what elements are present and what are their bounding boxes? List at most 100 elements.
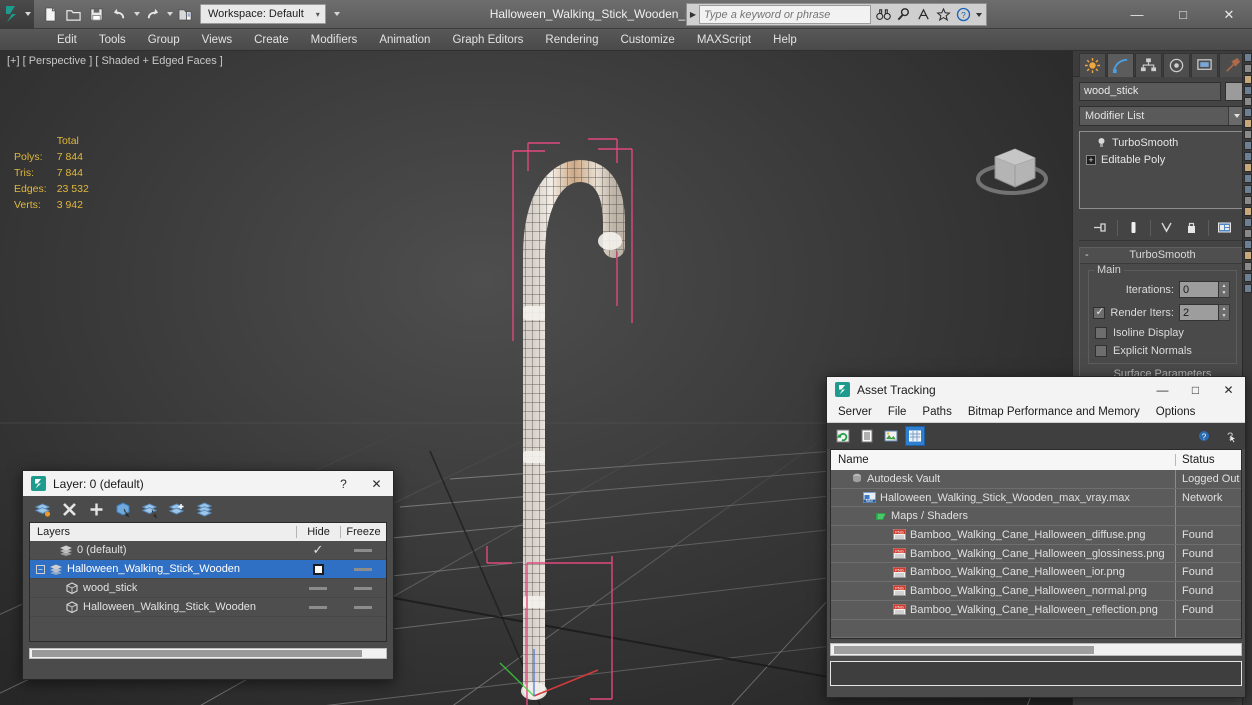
hide-cell[interactable]: ✓ xyxy=(296,542,340,558)
vertical-toolbar-button[interactable] xyxy=(1244,218,1252,227)
asset-menu-file[interactable]: File xyxy=(880,404,915,420)
explicit-normals-checkbox[interactable] xyxy=(1095,345,1107,357)
iterations-spinner[interactable]: ▲▼ xyxy=(1179,281,1230,298)
vertical-toolbar-button[interactable] xyxy=(1244,284,1252,293)
menu-item-animation[interactable]: Animation xyxy=(368,31,441,49)
menu-item-maxscript[interactable]: MAXScript xyxy=(686,31,762,49)
asset-tracking-titlebar[interactable]: Asset Tracking — □ ✕ xyxy=(827,377,1245,402)
layer-help-button[interactable]: ? xyxy=(327,471,360,496)
layer-row[interactable]: wood_stick xyxy=(30,579,386,598)
menu-item-customize[interactable]: Customize xyxy=(609,31,685,49)
freeze-cell[interactable] xyxy=(340,567,386,571)
layer-row[interactable]: − Halloween_Walking_Stick_Wooden xyxy=(30,560,386,579)
asset-name-cell[interactable]: PNG Bamboo_Walking_Cane_Halloween_ior.png xyxy=(831,566,1175,578)
object-name-input[interactable]: wood_stick xyxy=(1079,82,1221,101)
asset-name-cell[interactable]: PNG Bamboo_Walking_Cane_Halloween_diffuse… xyxy=(831,529,1175,541)
modify-tab[interactable] xyxy=(1107,52,1134,77)
viewport-label[interactable]: [+] [ Perspective ] [ Shaded + Edged Fac… xyxy=(7,55,223,67)
select-objects-in-layer-icon[interactable] xyxy=(112,499,134,519)
motion-tab[interactable] xyxy=(1163,52,1190,77)
asset-row[interactable]: PNG Bamboo_Walking_Cane_Halloween_ior.png… xyxy=(831,563,1241,583)
hide-cell[interactable] xyxy=(296,605,340,609)
asset-name-cell[interactable]: MAX Halloween_Walking_Stick_Wooden_max_vr… xyxy=(831,492,1175,504)
vertical-toolbar-button[interactable] xyxy=(1244,262,1252,271)
vertical-toolbar-button[interactable] xyxy=(1244,273,1252,282)
asset-row[interactable]: MAX Halloween_Walking_Stick_Wooden_max_vr… xyxy=(831,488,1241,508)
grid-view-icon[interactable] xyxy=(905,426,925,446)
asset-minimize-button[interactable]: — xyxy=(1146,377,1179,402)
freeze-cell[interactable] xyxy=(340,548,386,552)
asset-name-cell[interactable]: PNG Bamboo_Walking_Cane_Halloween_normal.… xyxy=(831,585,1175,597)
render-iters-spinner[interactable]: ▲▼ xyxy=(1179,304,1230,321)
layer-row[interactable]: 0 (default) ✓ xyxy=(30,541,386,560)
layer-horizontal-scrollbar[interactable] xyxy=(29,648,387,659)
vertical-toolbar-button[interactable] xyxy=(1244,251,1252,260)
vertical-toolbar-button[interactable] xyxy=(1244,119,1252,128)
magnifier-icon[interactable] xyxy=(894,5,913,24)
explicit-normals-row[interactable]: Explicit Normals xyxy=(1095,345,1230,357)
hide-cell[interactable] xyxy=(296,586,340,590)
asset-name-cell[interactable]: PNG Bamboo_Walking_Cane_Halloween_reflect… xyxy=(831,604,1175,616)
hide-check-icon[interactable]: ✓ xyxy=(313,542,324,558)
scrollbar-thumb[interactable] xyxy=(834,646,1094,655)
set-project-folder-icon[interactable] xyxy=(174,3,196,25)
vertical-toolbar-button[interactable] xyxy=(1244,53,1252,62)
add-selection-to-layer-icon[interactable] xyxy=(85,499,107,519)
pin-stack-icon[interactable] xyxy=(1090,218,1112,238)
asset-tracking-dialog[interactable]: Asset Tracking — □ ✕ Server File Paths Bitm… xyxy=(826,376,1246,698)
vertical-toolbar-button[interactable] xyxy=(1244,108,1252,117)
menu-item-rendering[interactable]: Rendering xyxy=(534,31,609,49)
binoculars-icon[interactable] xyxy=(874,5,893,24)
workspace-dropdown-button[interactable] xyxy=(328,4,344,24)
hide-checkbox[interactable] xyxy=(312,563,324,575)
add-selected-objects-to-highlighted-layer-icon[interactable] xyxy=(166,499,188,519)
asset-name-cell[interactable]: Maps / Shaders xyxy=(831,510,1175,522)
layer-name-cell[interactable]: − Halloween_Walking_Stick_Wooden xyxy=(30,563,296,575)
vertical-toolbar-button[interactable] xyxy=(1244,75,1252,84)
favorites-star-icon[interactable] xyxy=(934,5,953,24)
asset-menu-paths[interactable]: Paths xyxy=(914,404,959,420)
vertical-toolbar-button[interactable] xyxy=(1244,130,1252,139)
create-new-layer-icon[interactable] xyxy=(31,499,53,519)
asset-row[interactable]: PNG Bamboo_Walking_Cane_Halloween_reflect… xyxy=(831,600,1241,620)
learning-path-icon[interactable] xyxy=(914,5,933,24)
list-view-icon[interactable] xyxy=(857,426,877,446)
iterations-spinner-buttons[interactable]: ▲ ▼ xyxy=(1219,281,1230,298)
modifier-stack[interactable]: TurboSmooth + Editable Poly xyxy=(1079,131,1246,209)
asset-menu-options[interactable]: Options xyxy=(1148,404,1204,420)
layer-row[interactable]: Halloween_Walking_Stick_Wooden xyxy=(30,598,386,617)
isoline-display-row[interactable]: Isoline Display xyxy=(1095,327,1230,339)
asset-close-button[interactable]: ✕ xyxy=(1212,377,1245,402)
help-bitmap-icon[interactable]: ? xyxy=(1195,426,1215,446)
layer-dialog[interactable]: Layer: 0 (default) ? ✕ Layers Hide Freez… xyxy=(22,470,394,680)
minimize-button[interactable]: — xyxy=(1114,0,1160,29)
modifier-stack-item-editable-poly[interactable]: + Editable Poly xyxy=(1082,151,1243,168)
hide-cell[interactable] xyxy=(296,563,340,575)
refresh-icon[interactable] xyxy=(833,426,853,446)
layer-name-cell[interactable]: wood_stick xyxy=(30,582,296,594)
modifier-list-dropdown[interactable]: Modifier List xyxy=(1079,106,1246,126)
highlight-selected-objects-layer-icon[interactable] xyxy=(139,499,161,519)
redo-dropdown-icon[interactable] xyxy=(164,3,173,25)
vertical-toolbar-button[interactable] xyxy=(1244,174,1252,183)
layer-dialog-titlebar[interactable]: Layer: 0 (default) ? ✕ xyxy=(23,471,393,496)
configure-modifier-sets-icon[interactable] xyxy=(1214,218,1236,238)
vertical-toolbar-button[interactable] xyxy=(1244,64,1252,73)
vertical-toolbar-button[interactable] xyxy=(1244,86,1252,95)
vertical-toolbar-button[interactable] xyxy=(1244,163,1252,172)
plus-box-icon[interactable]: + xyxy=(1086,154,1096,165)
menu-item-graph-editors[interactable]: Graph Editors xyxy=(441,31,534,49)
layer-name-cell[interactable]: Halloween_Walking_Stick_Wooden xyxy=(30,601,296,613)
asset-maximize-button[interactable]: □ xyxy=(1179,377,1212,402)
thumbnail-view-icon[interactable] xyxy=(881,426,901,446)
asset-row[interactable]: PNG Bamboo_Walking_Cane_Halloween_normal.… xyxy=(831,582,1241,601)
menu-item-tools[interactable]: Tools xyxy=(88,31,137,49)
delete-layer-icon[interactable] xyxy=(58,499,80,519)
render-iters-checkbox[interactable] xyxy=(1093,305,1106,319)
vertical-toolbar-button[interactable] xyxy=(1244,196,1252,205)
vertical-toolbar-button[interactable] xyxy=(1244,152,1252,161)
make-unique-icon[interactable] xyxy=(1156,218,1178,238)
asset-row[interactable]: PNG Bamboo_Walking_Cane_Halloween_diffuse… xyxy=(831,526,1241,545)
help-cursor-icon[interactable]: ? xyxy=(1219,426,1239,446)
render-iters-spinner-buttons[interactable]: ▲ ▼ xyxy=(1219,304,1230,321)
